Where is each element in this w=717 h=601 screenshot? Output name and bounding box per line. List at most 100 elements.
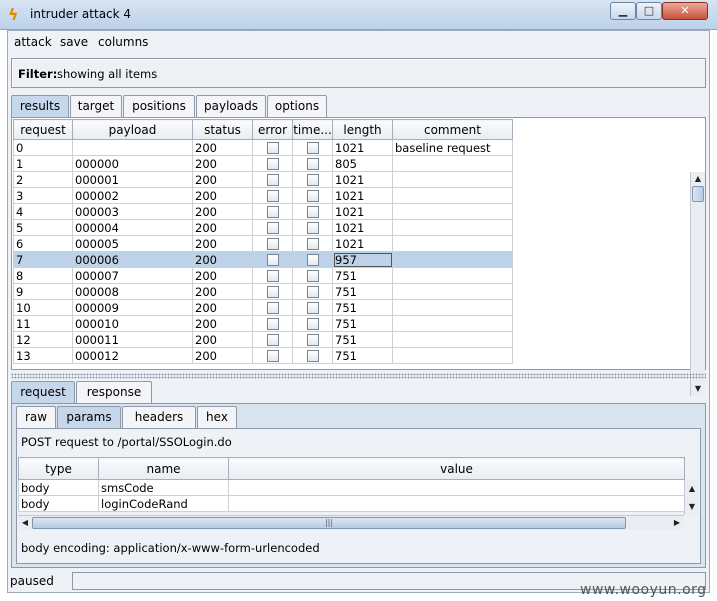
cell-error	[252, 347, 293, 364]
scroll-right-arrow-icon[interactable]: ▶	[670, 516, 684, 530]
cell-payload: 000010	[72, 315, 193, 332]
menu-save[interactable]: save	[60, 35, 88, 49]
cell-payload: 000001	[72, 171, 193, 188]
params-panel: POST request to /portal/SSOLogin.do type…	[16, 428, 701, 564]
window-client: attack save columns Filter: showing all …	[7, 30, 710, 593]
result-row[interactable]: 3 000002 200 1021	[13, 187, 513, 204]
filter-bar[interactable]: Filter: showing all items	[11, 58, 706, 88]
cell-status: 200	[192, 299, 253, 316]
cell-payload: 000011	[72, 331, 193, 348]
result-row[interactable]: 13 000012 200 751	[13, 347, 513, 364]
params-vertical-scrollbar[interactable]: ▲ ▼	[684, 480, 699, 515]
result-row[interactable]: 10 000009 200 751	[13, 299, 513, 316]
timeout-checkbox[interactable]	[306, 286, 319, 298]
result-row[interactable]: 2 000001 200 1021	[13, 171, 513, 188]
cell-error	[252, 235, 293, 252]
cell-comment	[392, 315, 513, 332]
cell-status: 200	[192, 267, 253, 284]
result-row[interactable]: 11 000010 200 751	[13, 315, 513, 332]
close-button[interactable]: ✕	[662, 2, 708, 20]
tab-hex[interactable]: hex	[197, 406, 237, 428]
tab-target[interactable]: target	[70, 95, 122, 117]
column-header-error[interactable]: error	[252, 119, 293, 140]
param-row[interactable]: body loginCodeRand	[18, 495, 685, 512]
error-checkbox[interactable]	[266, 318, 279, 330]
result-row[interactable]: 8 000007 200 751	[13, 267, 513, 284]
error-checkbox[interactable]	[266, 302, 279, 314]
watermark: www.wooyun.org	[580, 582, 707, 598]
maximize-button[interactable]: □	[636, 2, 662, 20]
timeout-checkbox[interactable]	[306, 190, 319, 202]
timeout-checkbox[interactable]	[306, 350, 319, 362]
timeout-checkbox[interactable]	[306, 318, 319, 330]
result-row[interactable]: 4 000003 200 1021	[13, 203, 513, 220]
tab-raw[interactable]: raw	[16, 406, 56, 428]
result-row[interactable]: 5 000004 200 1021	[13, 219, 513, 236]
error-checkbox[interactable]	[266, 270, 279, 282]
tab-response[interactable]: response	[76, 381, 152, 403]
error-checkbox[interactable]	[266, 286, 279, 298]
error-checkbox[interactable]	[266, 222, 279, 234]
error-checkbox[interactable]	[266, 142, 279, 154]
column-header-request[interactable]: request	[13, 119, 73, 140]
column-header-payload[interactable]: payload	[72, 119, 193, 140]
params-scroll-down-arrow-icon[interactable]: ▼	[685, 500, 699, 514]
tab-payloads[interactable]: payloads	[196, 95, 266, 117]
column-header-comment[interactable]: comment	[392, 119, 513, 140]
result-row[interactable]: 1 000000 200 805	[13, 155, 513, 172]
column-header-timeout[interactable]: time...	[292, 119, 333, 140]
minimize-button[interactable]: ▁	[610, 2, 636, 20]
horizontal-scroll-thumb[interactable]: |||	[32, 517, 626, 529]
timeout-checkbox[interactable]	[306, 334, 319, 346]
timeout-checkbox[interactable]	[306, 142, 319, 154]
error-checkbox[interactable]	[266, 206, 279, 218]
split-pane-divider[interactable]	[11, 373, 706, 379]
menu-attack[interactable]: attack	[14, 35, 52, 49]
timeout-checkbox[interactable]	[306, 222, 319, 234]
tab-headers[interactable]: headers	[122, 406, 196, 428]
cell-request: 12	[13, 331, 73, 348]
timeout-checkbox[interactable]	[306, 206, 319, 218]
result-row[interactable]: 6 000005 200 1021	[13, 235, 513, 252]
tab-params[interactable]: params	[57, 406, 121, 428]
tab-positions[interactable]: positions	[123, 95, 195, 117]
param-row[interactable]: body smsCode	[18, 479, 685, 496]
result-row[interactable]: 9 000008 200 751	[13, 283, 513, 300]
scroll-up-arrow-icon[interactable]: ▲	[691, 172, 705, 186]
param-value[interactable]	[228, 479, 685, 496]
result-row[interactable]: 0 200 1021 baseline request	[13, 139, 513, 156]
tab-options[interactable]: options	[267, 95, 327, 117]
timeout-checkbox[interactable]	[306, 174, 319, 186]
result-row[interactable]: 7 000006 200 957	[13, 251, 513, 268]
scroll-left-arrow-icon[interactable]: ◀	[18, 516, 32, 530]
tab-request[interactable]: request	[11, 381, 75, 403]
error-checkbox[interactable]	[266, 174, 279, 186]
column-header-name[interactable]: name	[98, 457, 229, 480]
column-header-length[interactable]: length	[332, 119, 393, 140]
error-checkbox[interactable]	[266, 254, 279, 266]
error-checkbox[interactable]	[266, 190, 279, 202]
params-scroll-up-arrow-icon[interactable]: ▲	[685, 482, 699, 496]
column-header-status[interactable]: status	[192, 119, 253, 140]
cell-length: 751	[332, 347, 393, 364]
params-horizontal-scrollbar[interactable]: ◀ ||| ▶	[18, 515, 684, 530]
cell-status: 200	[192, 187, 253, 204]
tab-results[interactable]: results	[11, 95, 69, 117]
error-checkbox[interactable]	[266, 334, 279, 346]
column-header-type[interactable]: type	[18, 457, 99, 480]
timeout-checkbox[interactable]	[306, 158, 319, 170]
error-checkbox[interactable]	[266, 350, 279, 362]
scroll-thumb[interactable]	[692, 186, 704, 202]
error-checkbox[interactable]	[266, 238, 279, 250]
timeout-checkbox[interactable]	[306, 302, 319, 314]
error-checkbox[interactable]	[266, 158, 279, 170]
cell-timeout	[292, 267, 333, 284]
column-header-value[interactable]: value	[228, 457, 685, 480]
timeout-checkbox[interactable]	[306, 238, 319, 250]
timeout-checkbox[interactable]	[306, 254, 319, 266]
results-vertical-scrollbar[interactable]: ▲ ▼	[690, 172, 705, 396]
timeout-checkbox[interactable]	[306, 270, 319, 282]
result-row[interactable]: 12 000011 200 751	[13, 331, 513, 348]
menu-columns[interactable]: columns	[98, 35, 148, 49]
param-value[interactable]	[228, 495, 685, 512]
